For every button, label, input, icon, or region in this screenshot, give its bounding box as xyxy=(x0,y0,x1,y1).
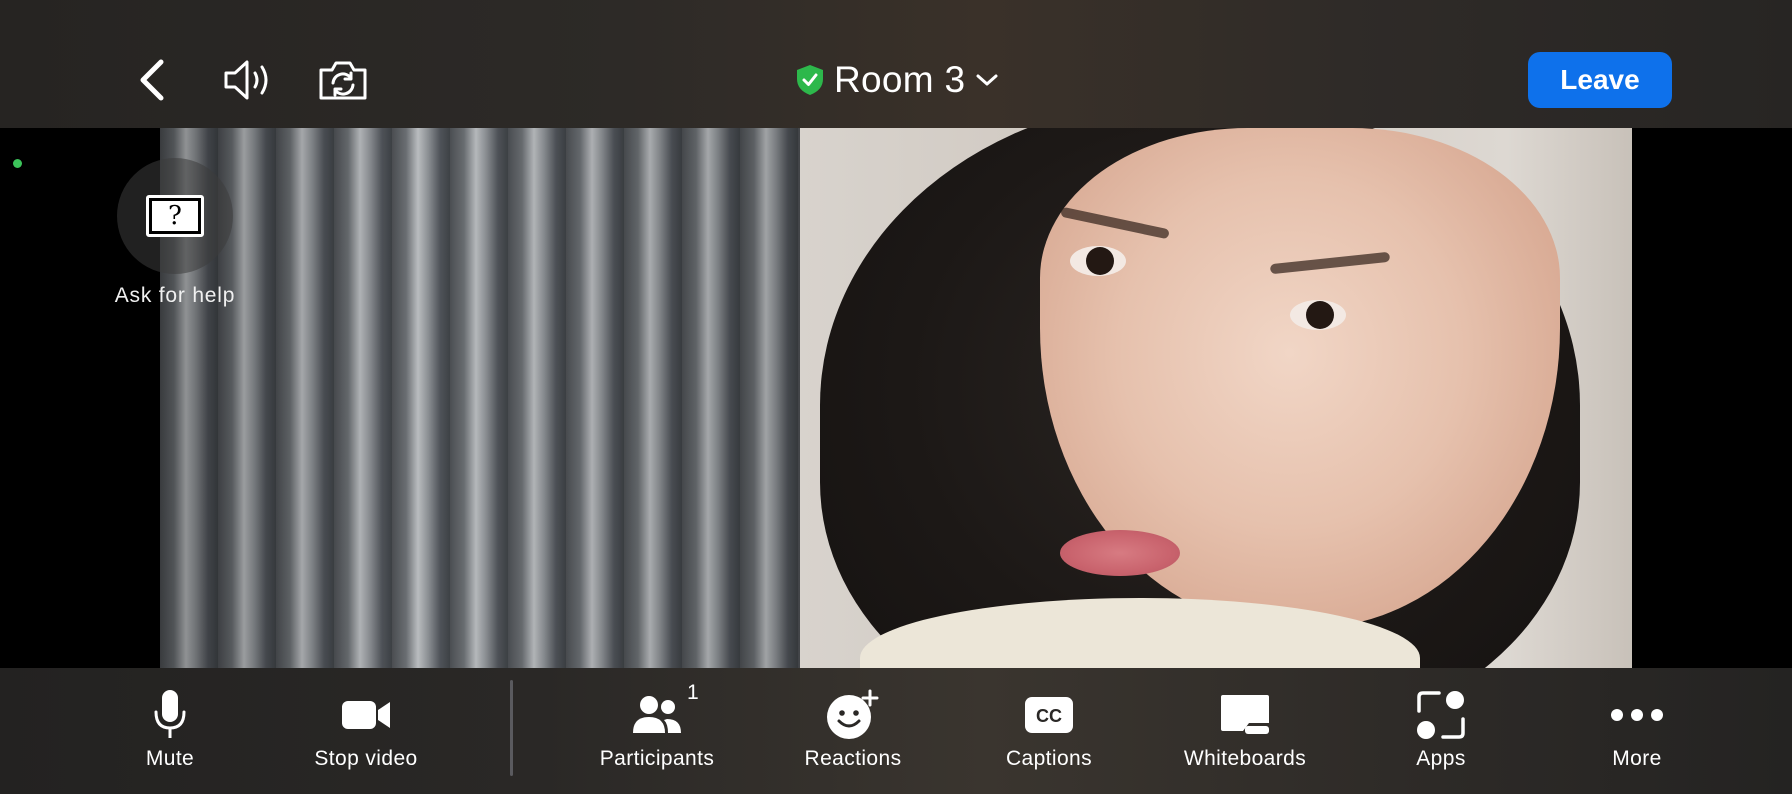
svg-text:CC: CC xyxy=(1036,706,1062,726)
stop-video-label: Stop video xyxy=(314,747,418,770)
mute-button[interactable]: Mute xyxy=(90,668,250,794)
video-camera-icon xyxy=(342,701,390,729)
mute-label: Mute xyxy=(145,747,195,770)
apps-button[interactable]: Apps xyxy=(1361,668,1521,794)
speaker-button[interactable] xyxy=(216,47,282,113)
video-feed xyxy=(160,128,1632,668)
more-label: More xyxy=(1612,747,1662,770)
whiteboards-button[interactable]: Whiteboards xyxy=(1165,668,1325,794)
meeting-toolbar: Mute Stop video 1 Participants Reactions… xyxy=(0,668,1792,794)
status-dot xyxy=(13,159,22,168)
cc-icon: CC xyxy=(1025,697,1073,733)
ask-for-help-label: Ask for help xyxy=(114,284,236,307)
reaction-icon xyxy=(827,689,879,739)
top-bar: Room 3 Leave xyxy=(0,0,1792,128)
ask-for-help-button[interactable]: ? Ask for help xyxy=(100,158,250,308)
chevron-down-icon xyxy=(976,74,998,86)
apps-icon xyxy=(1417,691,1465,739)
participants-button[interactable]: 1 Participants xyxy=(577,668,737,794)
room-selector[interactable]: Room 3 xyxy=(796,56,999,104)
reactions-button[interactable]: Reactions xyxy=(773,668,933,794)
leave-button[interactable]: Leave xyxy=(1528,52,1672,108)
microphone-icon xyxy=(154,690,186,738)
toolbar-divider xyxy=(510,680,513,776)
participants-count-badge: 1 xyxy=(687,681,699,704)
more-button[interactable]: More xyxy=(1557,668,1717,794)
room-title: Room 3 xyxy=(834,59,966,100)
speaker-icon xyxy=(224,60,268,100)
back-button[interactable] xyxy=(120,47,186,113)
question-box-icon: ? xyxy=(146,195,204,237)
stop-video-button[interactable]: Stop video xyxy=(286,668,446,794)
captions-label: Captions xyxy=(1005,747,1093,770)
captions-button[interactable]: CC Captions xyxy=(969,668,1129,794)
switch-camera-icon xyxy=(319,61,367,100)
back-icon xyxy=(140,59,164,101)
apps-label: Apps xyxy=(1416,747,1466,770)
reactions-label: Reactions xyxy=(804,747,902,770)
participants-label: Participants xyxy=(599,747,715,770)
whiteboards-label: Whiteboards xyxy=(1183,747,1307,770)
more-icon xyxy=(1611,709,1663,721)
shield-check-icon xyxy=(797,65,823,95)
whiteboard-icon xyxy=(1221,695,1269,734)
switch-camera-button[interactable] xyxy=(310,47,376,113)
participants-icon xyxy=(633,696,681,733)
